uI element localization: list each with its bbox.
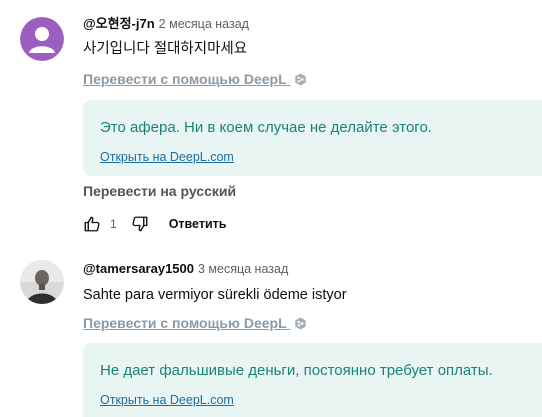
translation-text: Это афера. Ни в коем случае не делайте э… [100, 119, 432, 136]
deepl-icon [295, 73, 306, 86]
open-deepl-link[interactable]: Открыть на DeepL.com [100, 393, 234, 407]
translate-deepl-label: Перевести с помощью DeepL [83, 315, 287, 331]
open-deepl-link[interactable]: Открыть на DeepL.com [100, 150, 234, 164]
avatar[interactable] [20, 260, 64, 304]
translate-deepl-label: Перевести с помощью DeepL [83, 71, 287, 87]
comment-author[interactable]: @오현정-j7n [83, 16, 155, 31]
translate-deepl-link[interactable]: Перевести с помощью DeepL [83, 315, 307, 331]
translation-box: Не дает фальшивые деньги, постоянно треб… [83, 343, 542, 417]
comment-actions: 1 Ответить [83, 212, 226, 236]
user-photo-avatar [20, 260, 64, 304]
comment-time[interactable]: 2 месяца назад [159, 17, 249, 31]
translation-box: Это афера. Ни в коем случае не делайте э… [83, 100, 542, 176]
comment-author[interactable]: @tamersaray1500 [83, 261, 194, 276]
deepl-icon [295, 317, 306, 330]
comment-header: @tamersaray1500 3 месяца назад [83, 261, 288, 277]
thumb-up-icon[interactable] [83, 215, 101, 233]
comment-text: Sahte para vermiyor sürekli ödeme istyor [83, 287, 347, 303]
translate-deepl-link[interactable]: Перевести с помощью DeepL [83, 71, 307, 87]
avatar[interactable] [20, 17, 64, 61]
like-count: 1 [110, 217, 117, 231]
translate-russian-button[interactable]: Перевести на русский [83, 183, 236, 199]
comment-header: @오현정-j7n 2 месяца назад [83, 16, 249, 32]
thumb-down-icon[interactable] [131, 215, 149, 233]
default-avatar-icon [20, 17, 64, 61]
comment-time[interactable]: 3 месяца назад [198, 262, 288, 276]
reply-button[interactable]: Ответить [169, 217, 227, 231]
comment-text: 사기입니다 절대하지마세요 [83, 41, 248, 57]
translation-text: Не дает фальшивые деньги, постоянно треб… [100, 362, 493, 379]
